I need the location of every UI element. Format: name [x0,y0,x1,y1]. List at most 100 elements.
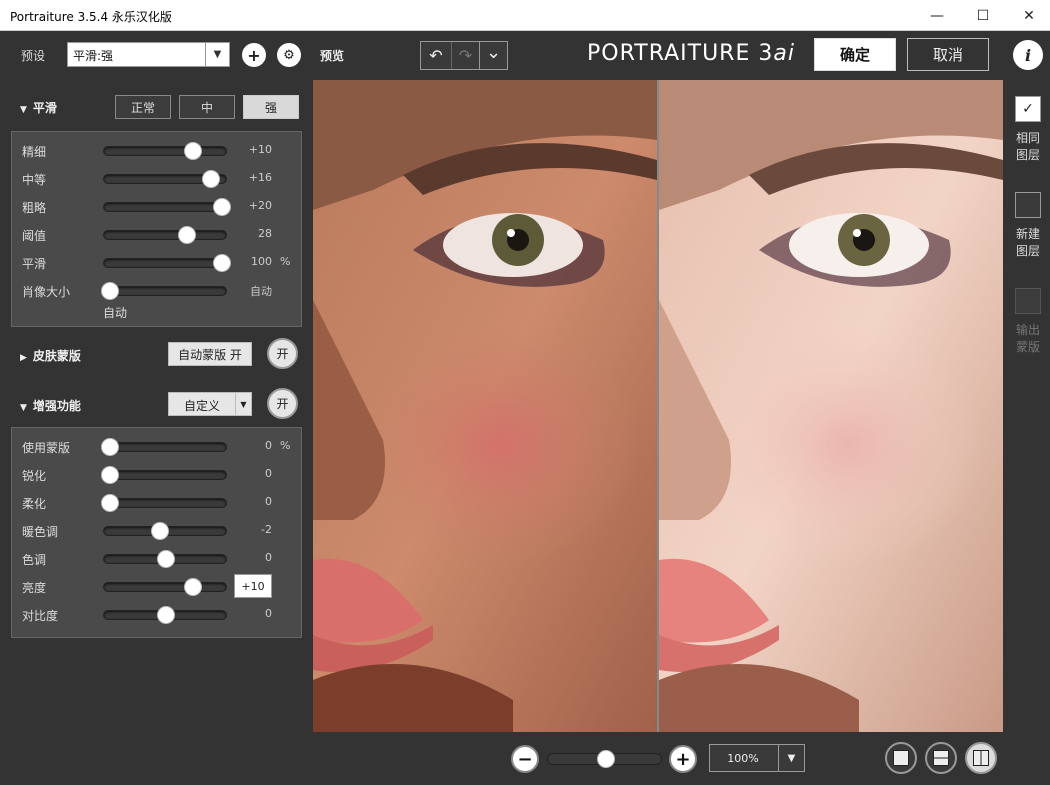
smoothing-slider-knob[interactable] [212,198,231,216]
triangle-down-icon: ▼ [20,105,27,115]
smoothing-slider-knob[interactable] [101,282,120,300]
smoothing-sliders: 精细 +10 中等 +16 粗略 +20 阈值 28 平滑 100% 肖像大小 自动 自动 [11,131,302,327]
enhancements-slider-knob[interactable] [157,550,175,568]
single-view-icon [893,750,909,766]
single-view-button[interactable] [885,742,917,774]
enhancements-slider-track[interactable] [103,606,227,624]
smoothing-slider-knob[interactable] [201,170,220,188]
smoothing-strong-label: 强 [264,100,277,115]
enhancements-slider-value-input[interactable]: +10 [234,574,272,598]
smoothing-slider-unit: % [280,255,291,268]
smoothing-normal-label: 正常 [130,100,155,115]
skin-mask-toggle-label: 开 [276,347,289,361]
smoothing-slider-knob[interactable] [178,226,197,244]
enhancements-slider-track[interactable] [101,438,227,456]
smoothing-slider-value: 自动 [250,285,272,298]
enhancements-slider-label: 暖色调 [22,525,59,539]
preset-selected: 平滑:强 [73,49,114,63]
smoothing-header[interactable]: ▼ 平滑 [20,99,57,116]
enhancement-mode-value: 自定义 [183,399,220,413]
enhancements-slider-knob[interactable] [101,466,120,484]
maximize-icon: ☐ [976,7,990,24]
smoothing-slider-track[interactable] [103,142,227,160]
enhancements-slider-label: 使用蒙版 [22,441,71,455]
output-mask-checkbox[interactable] [1015,288,1041,314]
enhancements-toggle[interactable]: 开 [267,388,298,419]
enhancements-slider-knob[interactable] [157,606,175,624]
enhancements-header[interactable]: ▼ 增强功能 [20,397,81,414]
history-dropdown[interactable]: ⌄ [479,42,507,69]
add-preset-button[interactable]: + [242,43,266,67]
smoothing-slider-track[interactable] [103,254,231,272]
split-horizontal-icon [933,750,949,766]
skin-mask-toggle[interactable]: 开 [267,338,298,369]
smoothing-slider-value: +20 [248,199,272,212]
smoothing-slider-label: 平滑 [22,257,47,271]
enhancements-slider-row: 对比度 0 [12,604,303,624]
info-icon: i [1024,45,1032,65]
smoothing-slider-track[interactable] [103,198,231,216]
smoothing-slider-value: +10 [248,143,272,156]
preset-settings-button[interactable]: ⚙ [277,43,301,67]
logo-ai-text: ai [773,41,795,66]
undo-button[interactable]: ↶ [421,42,451,69]
zoom-in-button[interactable]: + [669,745,697,773]
redo-button[interactable]: ↷ [451,42,479,69]
plus-icon: + [247,45,261,65]
smoothing-slider-track[interactable] [101,282,227,300]
smoothing-slider-knob[interactable] [184,142,203,160]
enhancements-slider-knob[interactable] [101,438,120,456]
enhancements-slider-track[interactable] [101,494,227,512]
chevron-down-icon: ▼ [205,43,229,66]
close-button[interactable]: ✕ [1006,0,1050,31]
same-layer-checkbox[interactable]: ✓ [1015,96,1041,122]
portrait-size-mode: 自动 [103,306,128,320]
logo-text: PORTRAITURE 3 [587,41,774,66]
smoothing-slider-label: 中等 [22,173,47,187]
enhancements-slider-track[interactable] [103,550,227,568]
gear-icon: ⚙ [283,47,295,63]
enhancements-slider-track[interactable] [103,522,227,540]
retouched-image [659,80,1003,732]
smoothing-strong-button[interactable]: 强 [243,95,299,119]
minimize-button[interactable]: — [914,0,960,31]
enhancements-slider-row: 暖色调 -2 [12,520,303,540]
smoothing-normal-button[interactable]: 正常 [115,95,171,119]
new-layer-checkbox[interactable] [1015,192,1041,218]
skin-mask-header[interactable]: ▶ 皮肤蒙版 [20,347,81,364]
maximize-button[interactable]: ☐ [960,0,1006,31]
smoothing-slider-track[interactable] [103,226,227,244]
zoom-out-button[interactable]: − [511,745,539,773]
split-horizontal-view-button[interactable] [925,742,957,774]
auto-mask-button[interactable]: 自动蒙版 开 [168,342,252,366]
enhancements-slider-knob[interactable] [184,578,203,596]
cancel-button[interactable]: 取消 [907,38,989,71]
zoom-level-dropdown[interactable]: 100% ▼ [709,744,805,772]
preview-area[interactable] [313,80,1003,732]
zoom-level-value: 100% [727,752,759,765]
split-vertical-view-button[interactable] [965,742,997,774]
smoothing-medium-button[interactable]: 中 [179,95,235,119]
preview-label: 预览 [320,49,345,63]
smoothing-slider-label: 阈值 [22,229,47,243]
enhancements-slider-track[interactable] [101,466,227,484]
smoothing-title: 平滑 [32,101,57,115]
smoothing-slider-row: 精细 +10 [12,140,303,160]
enhancements-slider-knob[interactable] [101,494,120,512]
smoothing-slider-track[interactable] [103,170,227,188]
enhancement-mode-dropdown[interactable]: 自定义 ▼ [168,392,252,416]
smoothing-slider-row: 阈值 28 [12,224,303,244]
minimize-icon: — [930,7,944,24]
info-button[interactable]: i [1013,40,1043,70]
zoom-slider-knob[interactable] [596,750,615,768]
settings-panel: 预设 平滑:强 ▼ + ⚙ ▼ 平滑 正常 中 强 精细 +10 中等 +16 粗略 +20… [0,31,313,785]
smoothing-slider-knob[interactable] [212,254,231,272]
triangle-down-icon: ▼ [20,403,27,413]
enhancements-slider-row: 使用蒙版 0% [12,436,303,456]
preset-dropdown[interactable]: 平滑:强 ▼ [67,42,230,67]
enhancements-slider-knob[interactable] [150,522,169,540]
enhancements-slider-row: 色调 0 [12,548,303,568]
zoom-slider[interactable] [547,750,662,768]
enhancements-slider-track[interactable] [103,578,227,596]
ok-button[interactable]: 确定 [814,38,896,71]
